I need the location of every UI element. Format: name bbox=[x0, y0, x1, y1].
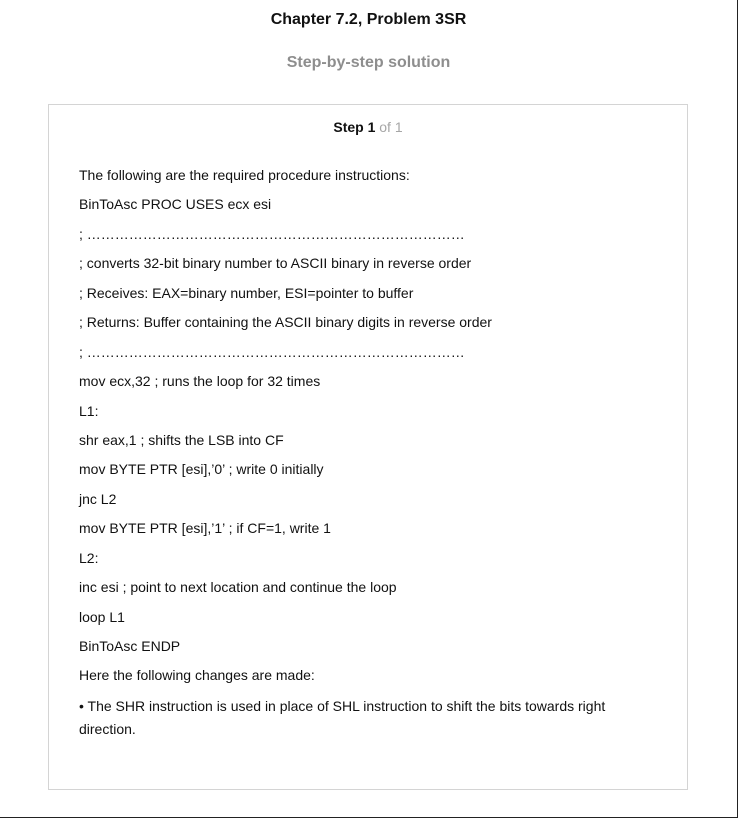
changes-heading: Here the following changes are made: bbox=[79, 667, 315, 684]
chapter-title: Chapter 7.2, Problem 3SR bbox=[270, 11, 467, 28]
step-count: of 1 bbox=[379, 119, 403, 135]
solution-body: The following are the required procedure… bbox=[79, 165, 639, 741]
step-label: Step 1 bbox=[333, 119, 376, 135]
code-comment: ; converts 32-bit binary number to ASCII… bbox=[79, 255, 472, 272]
code-line: BinToAsc ENDP bbox=[79, 638, 181, 654]
code-line: jnc L2 bbox=[79, 490, 117, 507]
intro-text: The following are the required procedure… bbox=[79, 167, 410, 183]
code-line: mov ecx,32 ; runs the loop for 32 times bbox=[79, 373, 321, 390]
code-comment: ; Receives: EAX=binary number, ESI=point… bbox=[79, 284, 414, 301]
solution-subtitle: Step-by-step solution bbox=[286, 54, 451, 71]
comment-separator: ; ……………………………………………………………………… bbox=[79, 343, 465, 360]
comment-separator: ; ……………………………………………………………………… bbox=[79, 225, 465, 242]
solution-card: Step 1 of 1 The following are the requir… bbox=[48, 104, 688, 790]
code-line: BinToAsc PROC USES ecx esi bbox=[79, 196, 272, 213]
code-line: loop L1 bbox=[79, 608, 125, 625]
code-line: shr eax,1 ; shifts the LSB into CF bbox=[79, 431, 284, 448]
change-bullet: • The SHR instruction is used in place o… bbox=[79, 697, 606, 737]
step-header: Step 1 of 1 bbox=[49, 119, 687, 135]
code-label: L1: bbox=[79, 402, 99, 419]
code-comment: ; Returns: Buffer containing the ASCII b… bbox=[79, 314, 492, 331]
code-label: L2: bbox=[79, 549, 99, 566]
code-line: mov BYTE PTR [esi],’0’ ; write 0 initial… bbox=[79, 461, 324, 478]
code-line: mov BYTE PTR [esi],’1’ ; if CF=1, write … bbox=[79, 520, 331, 537]
code-line: inc esi ; point to next location and con… bbox=[79, 579, 397, 596]
